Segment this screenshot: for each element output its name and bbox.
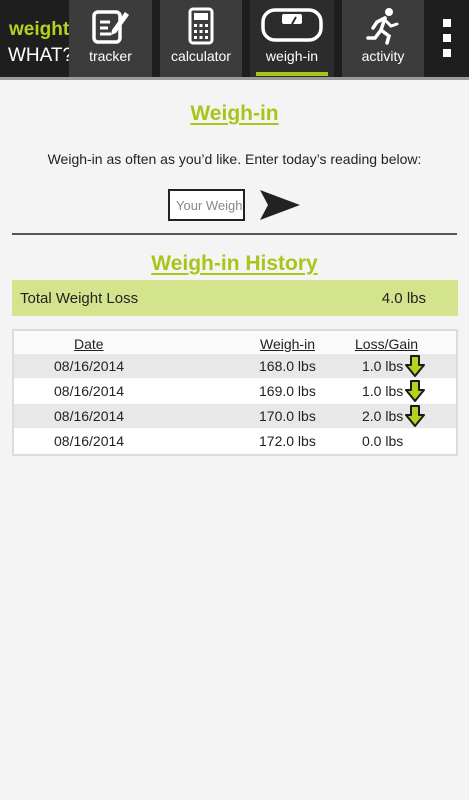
- scale-icon: [261, 8, 323, 42]
- app-logo: weight WHAT?: [0, 0, 73, 80]
- weigh-in-instructions: Weigh-in as often as you’d like. Enter t…: [47, 151, 422, 167]
- row-weight: 172.0 lbs: [259, 433, 316, 449]
- tab-weigh-in[interactable]: weigh-in: [250, 0, 334, 77]
- running-person-icon: [366, 8, 399, 45]
- total-label: Total Weight Loss: [20, 290, 139, 307]
- notepad-pencil-icon: [91, 10, 129, 44]
- tab-label: activity: [361, 48, 405, 64]
- section-divider: [12, 233, 457, 235]
- row-weight: 168.0 lbs: [259, 358, 316, 374]
- tab-activity[interactable]: activity: [342, 0, 424, 77]
- table-row: 08/16/2014 170.0 lbs 2.0 lbs: [14, 404, 456, 428]
- top-bar: weight WHAT? tracker calculator weigh-in: [0, 0, 469, 80]
- row-weight: 170.0 lbs: [259, 408, 316, 424]
- arrow-down-icon: [405, 355, 425, 377]
- history-table: Date Weigh-in Loss/Gain 08/16/2014 168.0…: [12, 329, 458, 456]
- weight-input[interactable]: [168, 189, 245, 221]
- tab-tracker[interactable]: tracker: [69, 0, 152, 77]
- arrow-down-icon: [405, 405, 425, 427]
- overflow-menu-icon[interactable]: [427, 0, 469, 77]
- history-title: Weigh-in History: [151, 252, 318, 275]
- row-date: 08/16/2014: [54, 383, 125, 399]
- column-header-weigh-in: Weigh-in: [260, 336, 315, 352]
- logo-line2: WHAT?: [8, 45, 74, 66]
- logo-line1: weight: [9, 19, 70, 40]
- row-weight: 169.0 lbs: [259, 383, 316, 399]
- tab-label: calculator: [171, 48, 231, 64]
- row-change: 1.0 lbs: [362, 383, 404, 399]
- arrow-down-icon: [405, 380, 425, 402]
- row-date: 08/16/2014: [54, 408, 125, 424]
- tab-label: tracker: [89, 48, 132, 64]
- column-header-loss-gain: Loss/Gain: [355, 336, 419, 352]
- calculator-icon: [188, 7, 214, 45]
- row-change: 2.0 lbs: [362, 408, 404, 424]
- total-weight-loss-bar: Total Weight Loss 4.0 lbs: [12, 280, 458, 316]
- row-date: 08/16/2014: [54, 433, 125, 449]
- row-date: 08/16/2014: [54, 358, 125, 374]
- table-row: 08/16/2014 169.0 lbs 1.0 lbs: [14, 379, 456, 403]
- weigh-in-title: Weigh-in: [190, 102, 279, 125]
- row-change: 1.0 lbs: [362, 358, 404, 374]
- table-header: Date Weigh-in Loss/Gain: [14, 333, 456, 353]
- table-row: 08/16/2014 172.0 lbs 0.0 lbs: [14, 429, 456, 453]
- tab-label: weigh-in: [265, 48, 319, 64]
- table-row: 08/16/2014 168.0 lbs 1.0 lbs: [14, 354, 456, 378]
- total-value: 4.0 lbs: [381, 290, 426, 307]
- tab-calculator[interactable]: calculator: [160, 0, 242, 77]
- row-change: 0.0 lbs: [362, 433, 404, 449]
- active-tab-indicator: [256, 72, 328, 76]
- column-header-date: Date: [74, 336, 104, 352]
- send-icon[interactable]: [258, 187, 302, 223]
